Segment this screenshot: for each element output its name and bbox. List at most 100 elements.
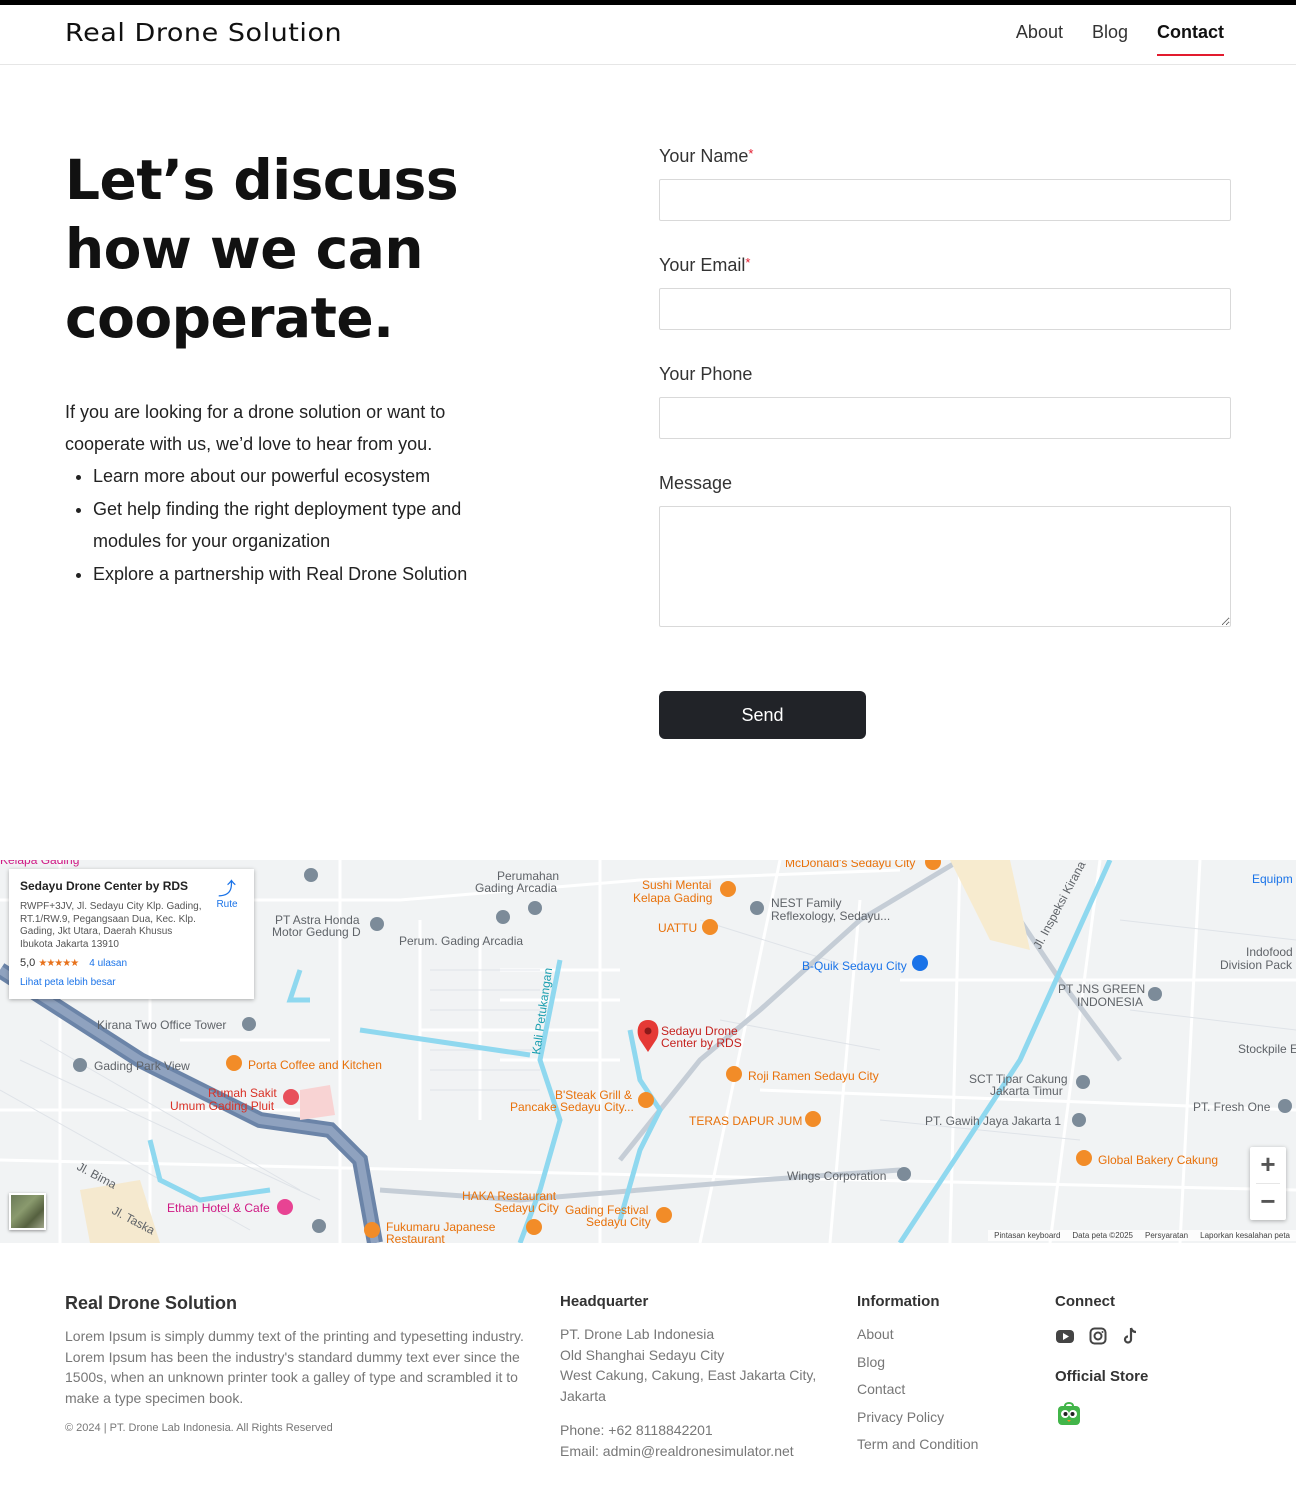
send-button[interactable]: Send [659,691,866,739]
directions-button[interactable]: ⤴ Rute [212,879,242,910]
footer-link-contact[interactable]: Contact [857,1381,978,1409]
svg-text:Motor Gedung D: Motor Gedung D [272,925,361,939]
nav-contact[interactable]: Contact [1157,22,1224,56]
svg-text:Sedayu City: Sedayu City [494,1201,559,1215]
address-line: Old Shanghai Sedayu City [560,1346,725,1363]
svg-text:Rumah Sakit: Rumah Sakit [208,1086,277,1100]
rating-value: 5,0 [20,957,36,969]
page-title: Let’s discuss how we can cooperate. [65,148,459,350]
footer-link-terms[interactable]: Term and Condition [857,1436,978,1464]
phone-number[interactable]: Phone: +62 8118842201 [560,1420,794,1441]
copyright: © 2024 | PT. Drone Lab Indonesia. All Ri… [65,1422,333,1434]
map-data-label: Data peta ©2025 [1072,1231,1133,1240]
address-line: West Cakung, Cakung, East Jakarta City, [560,1367,817,1383]
map-attribution: Pintasan keyboard Data peta ©2025 Persya… [988,1230,1296,1241]
star-icons: ★★★★★ [38,958,79,969]
instagram-icon[interactable] [1088,1327,1108,1345]
nav-about[interactable]: About [1016,22,1063,56]
site-logo[interactable]: Real Drone Solution [65,18,342,47]
svg-text:Stockpile E: Stockpile E [1238,1042,1296,1056]
svg-text:NEST Family: NEST Family [771,896,841,910]
footer-brand: Real Drone Solution [65,1293,238,1313]
information-links: About Blog Contact Privacy Policy Term a… [857,1326,978,1464]
list-item: Get help finding the right deployment ty… [93,493,523,557]
email-address[interactable]: Email: admin@realdronesimulator.net [560,1441,794,1462]
svg-text:INDONESIA: INDONESIA [1077,995,1143,1009]
svg-text:Perum. Gading Arcadia: Perum. Gading Arcadia [399,934,523,948]
youtube-icon[interactable] [1055,1327,1075,1345]
email-label-text: Your Email [659,255,746,275]
svg-text:Indofood: Indofood [1246,945,1293,959]
footer-link-blog[interactable]: Blog [857,1354,978,1382]
svg-text:PT. Gawih Jaya Jakarta 1: PT. Gawih Jaya Jakarta 1 [925,1114,1061,1128]
footer-link-about[interactable]: About [857,1326,978,1354]
svg-text:Sushi Mentai: Sushi Mentai [642,878,711,892]
information-title: Information [857,1293,940,1310]
svg-text:UATTU: UATTU [658,921,697,935]
svg-text:Umum Gading Pluit: Umum Gading Pluit [170,1099,275,1113]
report-error-link[interactable]: Laporkan kesalahan peta [1200,1231,1290,1240]
svg-text:Perumahan: Perumahan [497,869,559,883]
keyboard-shortcuts-link[interactable]: Pintasan keyboard [994,1231,1060,1240]
message-field[interactable] [659,506,1231,627]
tiktok-icon[interactable] [1121,1327,1141,1345]
reviews-link[interactable]: 4 ulasan [89,958,127,969]
place-card: Sedayu Drone Center by RDS RWPF+3JV, Jl.… [9,869,254,999]
contact-form: Your Name* Your Email* Your Phone Messag… [659,146,1231,627]
svg-text:McDonald's Sedayu City: McDonald's Sedayu City [785,860,915,870]
place-rating: 5,0 ★★★★★ 4 ulasan [20,957,243,969]
place-name: Sedayu Drone Center by RDS [20,879,189,893]
phone-field[interactable] [659,397,1231,439]
benefit-list: Learn more about our powerful ecosystem … [93,460,523,591]
nav-blog[interactable]: Blog [1092,22,1128,56]
svg-text:PT JNS GREEN: PT JNS GREEN [1058,982,1145,996]
tokopedia-icon[interactable] [1057,1400,1081,1426]
view-larger-map-link[interactable]: Lihat peta lebih besar [20,977,116,988]
email-field[interactable] [659,288,1231,330]
headquarter-title: Headquarter [560,1293,649,1310]
phone-label: Your Phone [659,364,753,384]
svg-text:Porta Coffee and Kitchen: Porta Coffee and Kitchen [248,1058,382,1072]
svg-text:Roji Ramen Sedayu City: Roji Ramen Sedayu City [748,1069,879,1083]
headquarter-address: PT. Drone Lab Indonesia Old Shanghai Sed… [560,1324,816,1406]
email-label: Your Email* [659,255,1231,277]
terms-link[interactable]: Persyaratan [1145,1231,1188,1240]
svg-text:TERAS DAPUR JUM: TERAS DAPUR JUM [689,1114,802,1128]
connect-title: Connect [1055,1293,1115,1310]
directions-label: Rute [216,899,238,910]
svg-text:Pancake Sedayu City...: Pancake Sedayu City... [510,1100,634,1114]
footer-description: Lorem Ipsum is simply dummy text of the … [65,1328,524,1406]
svg-text:Gading Park View: Gading Park View [94,1059,190,1073]
svg-text:Division Pack: Division Pack [1220,958,1293,972]
satellite-toggle[interactable] [9,1193,46,1230]
svg-text:Kelapa Gading: Kelapa Gading [633,891,712,905]
main-nav: About Blog Contact [1016,22,1224,56]
svg-text:Kirana Two Office Tower: Kirana Two Office Tower [97,1018,226,1032]
directions-icon: ⤴ [218,879,236,899]
address-line: Jakarta [560,1387,606,1404]
svg-text:Ethan Hotel & Cafe: Ethan Hotel & Cafe [167,1201,270,1215]
zoom-in-button[interactable]: + [1250,1147,1286,1183]
list-item: Learn more about our powerful ecosystem [93,460,523,492]
name-label: Your Name* [659,146,1231,168]
place-address: RWPF+3JV, Jl. Sedayu City Klp. Gading, R… [20,901,202,950]
svg-text:Sedayu City: Sedayu City [586,1215,651,1229]
official-store-title: Official Store [1055,1368,1149,1385]
required-mark: * [745,255,751,270]
footer-link-privacy[interactable]: Privacy Policy [857,1409,978,1437]
name-field[interactable] [659,179,1231,221]
svg-text:Kelapa Gading: Kelapa Gading [0,860,79,867]
svg-text:Gading Arcadia: Gading Arcadia [475,881,557,895]
svg-text:B-Quik Sedayu City: B-Quik Sedayu City [802,959,907,973]
social-links [1055,1327,1141,1345]
svg-text:Global Bakery Cakung: Global Bakery Cakung [1098,1153,1218,1167]
address-line: PT. Drone Lab Indonesia [560,1326,715,1342]
svg-text:Reflexology, Sedayu...: Reflexology, Sedayu... [771,909,890,923]
location-map[interactable]: Sedayu Drone Center by RDS Gading Arcadi… [0,860,1296,1243]
contact-details: Phone: +62 8118842201 Email: admin@reald… [560,1420,794,1461]
name-label-text: Your Name [659,146,749,166]
zoom-out-button[interactable]: − [1250,1184,1286,1220]
list-item: Explore a partnership with Real Drone So… [93,558,523,590]
svg-text:Equipm: Equipm [1252,872,1293,886]
svg-text:Wings Corporation: Wings Corporation [787,1169,886,1183]
